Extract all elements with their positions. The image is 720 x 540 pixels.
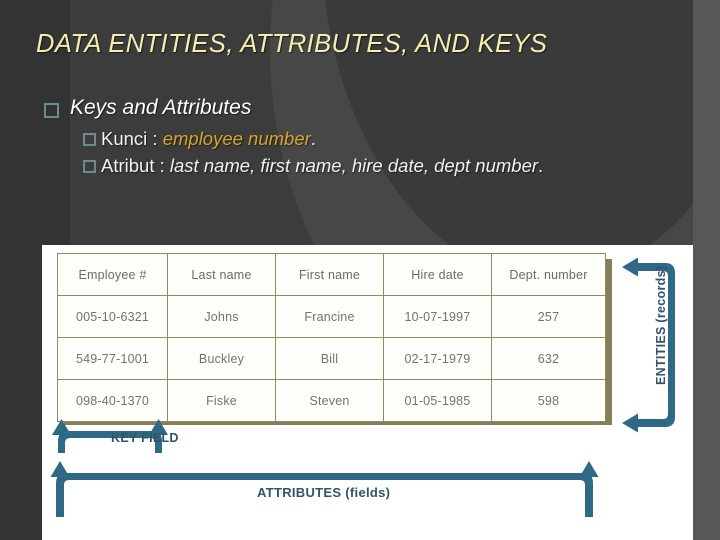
cell-last-name: Johns bbox=[167, 295, 276, 338]
square-bullet-icon bbox=[44, 103, 59, 118]
column-header-last-name: Last name bbox=[167, 253, 276, 296]
cell-employee-number: 549-77-1001 bbox=[57, 337, 168, 380]
background-right-band bbox=[693, 0, 720, 540]
table-row: 005-10-6321 Johns Francine 10-07-1997 25… bbox=[57, 295, 606, 338]
table-header-row: Employee # Last name First name Hire dat… bbox=[57, 253, 606, 296]
bullet-list: Keys and Attributes Kunci : employee num… bbox=[44, 96, 684, 180]
square-bullet-icon bbox=[83, 133, 96, 146]
column-header-employee-number: Employee # bbox=[57, 253, 168, 296]
square-bullet-icon bbox=[83, 159, 96, 173]
bullet-item-atribut: Atribut : last name, first name, hire da… bbox=[83, 154, 684, 178]
cell-first-name: Bill bbox=[275, 337, 384, 380]
cell-employee-number: 005-10-6321 bbox=[57, 295, 168, 338]
employee-table: Employee # Last name First name Hire dat… bbox=[57, 253, 606, 422]
bullet-item-level1: Keys and Attributes bbox=[44, 96, 684, 120]
column-header-first-name: First name bbox=[275, 253, 384, 296]
cell-first-name: Francine bbox=[275, 295, 384, 338]
cell-hire-date: 02-17-1979 bbox=[383, 337, 492, 380]
bullet-item-kunci: Kunci : employee number. bbox=[83, 127, 684, 151]
atribut-label: Atribut : bbox=[101, 154, 170, 176]
cell-last-name: Fiske bbox=[167, 379, 276, 422]
bullet-level1-label: Keys and Attributes bbox=[70, 96, 252, 119]
page-title: DATA ENTITIES, ATTRIBUTES, AND KEYS bbox=[36, 30, 548, 58]
atribut-suffix: . bbox=[538, 154, 544, 176]
kunci-suffix: . bbox=[310, 128, 316, 149]
atribut-value: last name, first name, hire date, dept n… bbox=[169, 154, 539, 176]
cell-dept-number: 632 bbox=[491, 337, 606, 380]
column-header-hire-date: Hire date bbox=[383, 253, 492, 296]
entities-label: ENTITIES (records) bbox=[654, 265, 668, 385]
column-header-dept-number: Dept. number bbox=[491, 253, 606, 296]
table-row: 549-77-1001 Buckley Bill 02-17-1979 632 bbox=[57, 337, 606, 380]
cell-employee-number: 098-40-1370 bbox=[57, 379, 168, 422]
cell-last-name: Buckley bbox=[167, 337, 276, 380]
cell-hire-date: 01-05-1985 bbox=[383, 379, 492, 422]
table-row: 098-40-1370 Fiske Steven 01-05-1985 598 bbox=[57, 379, 606, 422]
cell-hire-date: 10-07-1997 bbox=[383, 295, 492, 338]
kunci-value: employee number bbox=[162, 128, 311, 149]
cell-first-name: Steven bbox=[275, 379, 384, 422]
cell-dept-number: 257 bbox=[491, 295, 606, 338]
key-field-label: KEY FIELD bbox=[111, 431, 179, 445]
cell-dept-number: 598 bbox=[491, 379, 606, 422]
kunci-label: Kunci : bbox=[101, 128, 163, 149]
attributes-label: ATTRIBUTES (fields) bbox=[257, 485, 391, 500]
diagram-panel: Employee # Last name First name Hire dat… bbox=[42, 245, 693, 540]
